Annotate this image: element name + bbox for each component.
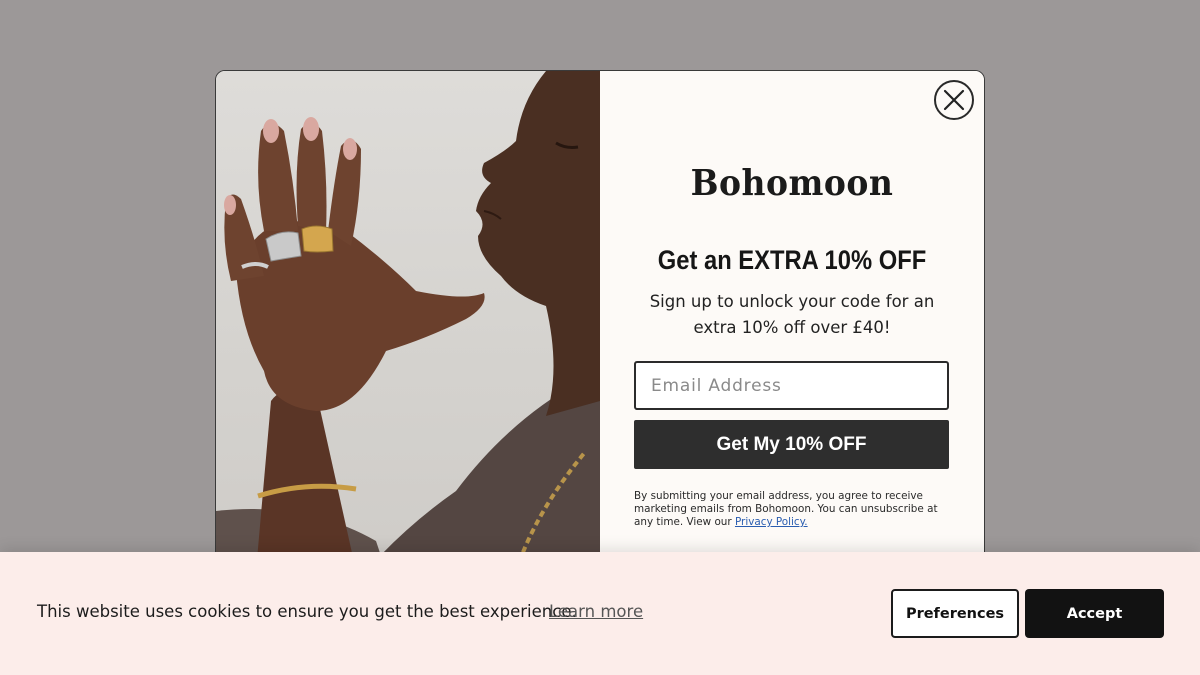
offer-headline: Get an EXTRA 10% OFF xyxy=(657,245,927,275)
close-button[interactable] xyxy=(934,80,974,120)
preferences-button[interactable]: Preferences xyxy=(891,589,1019,638)
signup-form-pane: Bohomoon Get an EXTRA 10% OFF Sign up to… xyxy=(600,71,984,569)
accept-button[interactable]: Accept xyxy=(1025,589,1164,638)
legal-disclaimer: By submitting your email address, you ag… xyxy=(634,490,949,529)
email-input[interactable] xyxy=(634,361,949,410)
model-photo-illustration xyxy=(216,71,600,569)
get-discount-button[interactable]: Get My 10% OFF xyxy=(634,420,949,469)
privacy-policy-link[interactable]: Privacy Policy. xyxy=(735,516,808,528)
offer-subtext: Sign up to unlock your code for an extra… xyxy=(649,292,935,337)
signup-popup: Bohomoon Get an EXTRA 10% OFF Sign up to… xyxy=(215,70,985,570)
close-icon xyxy=(943,89,965,111)
cookie-banner: This website uses cookies to ensure you … xyxy=(0,552,1200,675)
brand-logo: Bohomoon xyxy=(690,161,894,204)
learn-more-link[interactable]: Learn more xyxy=(549,602,643,621)
cookie-message: This website uses cookies to ensure you … xyxy=(37,602,577,621)
model-photo xyxy=(216,71,600,569)
